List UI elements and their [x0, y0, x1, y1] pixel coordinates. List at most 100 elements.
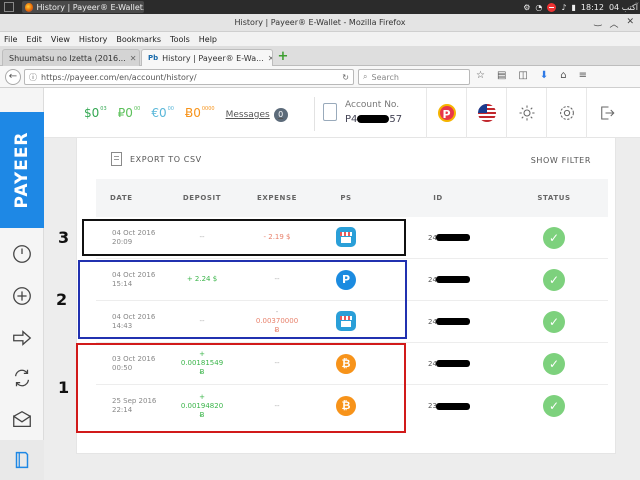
system-tray: ⚙ ◔ ♪ ▮ 18:12 04 آكتب: [523, 1, 638, 13]
tab-label: History | Payeer® E-Wa...: [162, 53, 264, 63]
reload-icon[interactable]: ↻: [342, 73, 349, 82]
account-label: Account No.: [345, 100, 400, 110]
col-ps-header: PS: [340, 194, 352, 202]
messages-count-badge: 0: [273, 108, 288, 122]
taskbar-firefox-window[interactable]: History | Payeer® E-Wallet...: [22, 1, 144, 13]
history-icon[interactable]: [0, 440, 44, 480]
search-input[interactable]: ⌕ Search: [358, 69, 470, 85]
status-success-icon: ✓: [543, 226, 565, 249]
avatar-icon: [323, 103, 337, 121]
tab-shuumatsu[interactable]: Shuumatsu no Izetta (2016... ✕: [2, 49, 140, 66]
annotation-label-1: 1: [58, 378, 70, 397]
search-icon: ⌕: [363, 72, 368, 81]
workspace-icon[interactable]: [4, 2, 14, 12]
balance-usd[interactable]: $003: [84, 106, 107, 120]
status-success-icon: ✓: [543, 352, 565, 375]
balance-rub[interactable]: ₽000: [118, 106, 141, 120]
dashboard-icon[interactable]: [8, 240, 36, 268]
col-date-header: DATE: [110, 194, 133, 202]
menu-bar: File Edit View History Bookmarks Tools H…: [0, 32, 640, 46]
messages-link[interactable]: Messages 0: [226, 108, 288, 122]
bookmark-star-icon[interactable]: ☆: [476, 70, 485, 81]
payeer-favicon-icon: Pb: [148, 54, 159, 62]
col-status-header: STATUS: [537, 194, 571, 202]
sun-icon: [519, 105, 534, 121]
tab-bar: Shuumatsu no Izetta (2016... ✕ Pb Histor…: [0, 46, 640, 66]
balance-eur[interactable]: €000: [151, 106, 174, 120]
payeer-coin-icon: P: [437, 104, 456, 122]
tab-close-icon[interactable]: ✕: [130, 54, 137, 63]
menu-history[interactable]: History: [79, 35, 107, 44]
logout-button[interactable]: [586, 88, 626, 138]
status-success-icon: ✓: [543, 310, 565, 333]
us-flag-icon: [477, 104, 496, 122]
table-header: DATE DEPOSIT EXPENSE PS ID STATUS: [96, 179, 608, 217]
annotation-box-2: [78, 260, 407, 339]
transfer-icon[interactable]: [8, 324, 36, 352]
tab-payeer-history[interactable]: Pb History | Payeer® E-Wa... ✕: [141, 49, 273, 66]
payeer-header: $003 ₽000 €000 Ƀ00000 Messages 0 Account…: [44, 88, 640, 138]
show-filter-button[interactable]: SHOW FILTER: [531, 156, 591, 165]
payeer-sidebar: PAYEER: [0, 88, 44, 480]
wifi-icon[interactable]: ◔: [535, 3, 542, 12]
col-deposit-header: DEPOSIT: [182, 194, 222, 202]
exchange-icon[interactable]: [8, 364, 36, 392]
clock-text[interactable]: 18:12: [581, 3, 604, 12]
url-bar[interactable]: ⓘ https://payeer.com/en/account/history/…: [24, 69, 354, 85]
logo-text: PAYEER: [12, 131, 32, 209]
menu-help[interactable]: Help: [199, 35, 217, 44]
col-id-header: ID: [433, 194, 443, 202]
annotation-box-1: [76, 343, 406, 433]
theme-button[interactable]: [506, 88, 546, 138]
add-funds-icon[interactable]: [8, 282, 36, 310]
export-label: EXPORT TO CSV: [130, 154, 202, 164]
menu-view[interactable]: View: [51, 35, 70, 44]
back-arrow-icon[interactable]: ←: [5, 69, 21, 85]
messages-icon[interactable]: [8, 406, 36, 434]
os-top-panel: History | Payeer® E-Wallet... ⚙ ◔ ♪ ▮ 18…: [0, 0, 640, 14]
menu-bookmarks[interactable]: Bookmarks: [116, 35, 161, 44]
reading-list-icon[interactable]: ▤: [497, 70, 506, 81]
minimize-icon[interactable]: ‿: [594, 17, 601, 30]
settings-tray-icon[interactable]: ⚙: [523, 3, 530, 12]
date-text[interactable]: 04 آكتب: [609, 3, 638, 12]
payeer-coin-button[interactable]: P: [426, 88, 466, 138]
download-icon[interactable]: ⬇: [540, 70, 548, 81]
home-icon[interactable]: ⌂: [560, 70, 566, 81]
annotation-label-3: 3: [58, 228, 70, 247]
menu-tools[interactable]: Tools: [170, 35, 190, 44]
tab-label: Shuumatsu no Izetta (2016...: [9, 53, 126, 63]
gear-icon: [559, 106, 574, 120]
window-titlebar: History | Payeer® E-Wallet - Mozilla Fir…: [0, 14, 640, 32]
menu-edit[interactable]: Edit: [26, 35, 42, 44]
col-expense-header: EXPENSE: [257, 194, 297, 202]
info-icon[interactable]: ⓘ: [29, 72, 37, 83]
navigation-bar: ← ⓘ https://payeer.com/en/account/histor…: [0, 66, 640, 88]
do-not-disturb-icon[interactable]: [547, 2, 557, 12]
volume-icon[interactable]: ♪: [561, 3, 566, 12]
menu-file[interactable]: File: [4, 35, 17, 44]
account-number: P4 57: [345, 114, 403, 125]
pocket-icon[interactable]: ◫: [518, 70, 527, 81]
payeer-logo[interactable]: PAYEER: [0, 112, 44, 228]
close-icon[interactable]: ✕: [626, 17, 634, 30]
url-text: https://payeer.com/en/account/history/: [41, 72, 197, 82]
account-info[interactable]: Account No. P4 57: [314, 97, 424, 131]
firefox-icon: [25, 2, 34, 12]
new-tab-icon[interactable]: +: [277, 50, 289, 63]
window-title: History | Payeer® E-Wallet - Mozilla Fir…: [234, 18, 406, 27]
language-button[interactable]: [466, 88, 506, 138]
settings-button[interactable]: [546, 88, 586, 138]
logout-icon: [600, 106, 614, 120]
tab-close-icon[interactable]: ✕: [268, 54, 272, 63]
hamburger-menu-icon[interactable]: ≡: [579, 70, 587, 81]
messages-label: Messages: [225, 110, 270, 120]
status-success-icon: ✓: [543, 395, 565, 417]
maximize-icon[interactable]: ︿: [609, 17, 618, 30]
status-success-icon: ✓: [543, 268, 565, 291]
balance-btc[interactable]: Ƀ00000: [185, 106, 215, 120]
taskbar-window-title: History | Payeer® E-Wallet...: [36, 2, 144, 12]
export-csv-button[interactable]: EXPORT TO CSV: [111, 152, 202, 166]
annotation-label-2: 2: [56, 290, 68, 309]
battery-icon[interactable]: ▮: [571, 3, 575, 12]
